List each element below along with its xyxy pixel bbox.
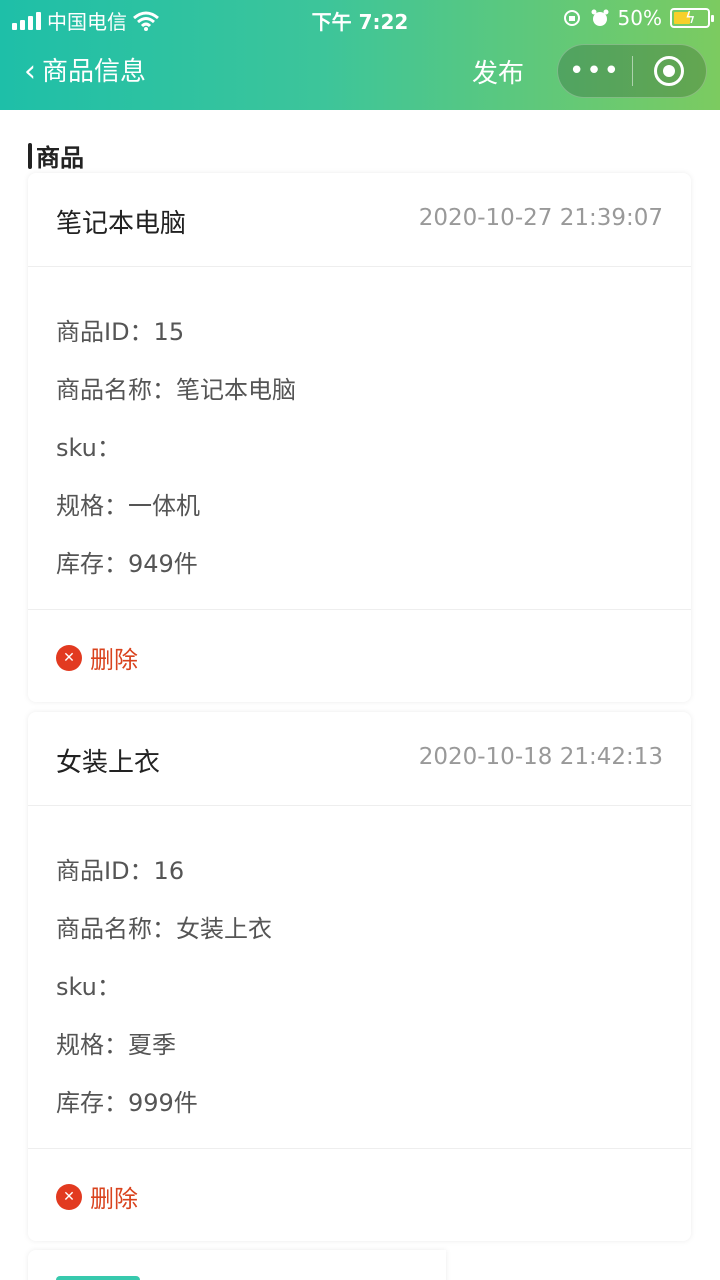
chevron-left-icon: ‹ — [24, 54, 36, 89]
product-sku: sku： — [56, 973, 121, 1001]
delete-icon: ✕ — [56, 644, 82, 671]
section-bar — [28, 142, 32, 169]
product-card-partial — [28, 1250, 446, 1280]
product-time: 2020-10-27 21:39:07 — [418, 205, 663, 231]
delete-label: 删除 — [90, 1185, 138, 1213]
delete-button[interactable]: ✕ 删除 — [56, 640, 138, 675]
card-header: 女装上衣 2020-10-18 21:42:13 — [28, 712, 691, 806]
product-card: 笔记本电脑 2020-10-27 21:39:07 商品ID：15 商品名称：笔… — [28, 173, 691, 702]
nav-bar: ‹ 商品信息 发布 ••• — [0, 36, 720, 110]
product-time: 2020-10-18 21:42:13 — [418, 744, 663, 770]
back-button[interactable]: ‹ 商品信息 — [24, 52, 146, 92]
product-sku: sku： — [56, 434, 121, 462]
target-icon — [654, 56, 685, 86]
product-spec: 规格：夏季 — [56, 1031, 176, 1059]
card-footer: ✕ 删除 — [28, 1149, 691, 1241]
delete-button[interactable]: ✕ 删除 — [56, 1179, 138, 1214]
product-name-line: 商品名称：笔记本电脑 — [56, 376, 296, 404]
product-name: 女装上衣 — [56, 748, 161, 778]
close-mini-program-button[interactable] — [633, 56, 706, 86]
status-bar: 中国电信 下午 7:22 50% ϟ — [0, 0, 720, 36]
product-card: 女装上衣 2020-10-18 21:42:13 商品ID：16 商品名称：女装… — [28, 712, 691, 1241]
section-title: 商品 — [28, 138, 84, 173]
section-title-text: 商品 — [36, 144, 84, 172]
orientation-lock-icon — [563, 10, 580, 26]
more-icon[interactable]: ••• — [558, 44, 632, 98]
mini-program-capsule: ••• — [557, 44, 707, 98]
publish-button[interactable]: 发布 — [472, 54, 524, 94]
delete-label: 删除 — [90, 646, 138, 674]
product-name-line: 商品名称：女装上衣 — [56, 915, 272, 943]
alarm-icon — [591, 9, 609, 26]
battery-percent: 50% — [617, 6, 662, 30]
card-header: 笔记本电脑 2020-10-27 21:39:07 — [28, 173, 691, 267]
card-body: 商品ID：15 商品名称：笔记本电脑 sku： 规格：一体机 库存：949件 — [28, 267, 691, 610]
product-id: 商品ID：16 — [56, 857, 185, 885]
page-title: 商品信息 — [42, 57, 147, 87]
product-spec: 规格：一体机 — [56, 492, 200, 520]
product-id: 商品ID：15 — [56, 318, 185, 346]
card-tag — [56, 1276, 140, 1280]
product-name: 笔记本电脑 — [56, 209, 187, 239]
card-body: 商品ID：16 商品名称：女装上衣 sku： 规格：夏季 库存：999件 — [28, 806, 691, 1149]
product-stock: 库存：949件 — [56, 550, 198, 578]
product-stock: 库存：999件 — [56, 1089, 198, 1117]
battery-icon: ϟ — [670, 8, 714, 28]
card-footer: ✕ 删除 — [28, 610, 691, 702]
top-bar: 中国电信 下午 7:22 50% ϟ ‹ 商品信息 发布 ••• — [0, 0, 720, 110]
delete-icon: ✕ — [56, 1183, 82, 1210]
